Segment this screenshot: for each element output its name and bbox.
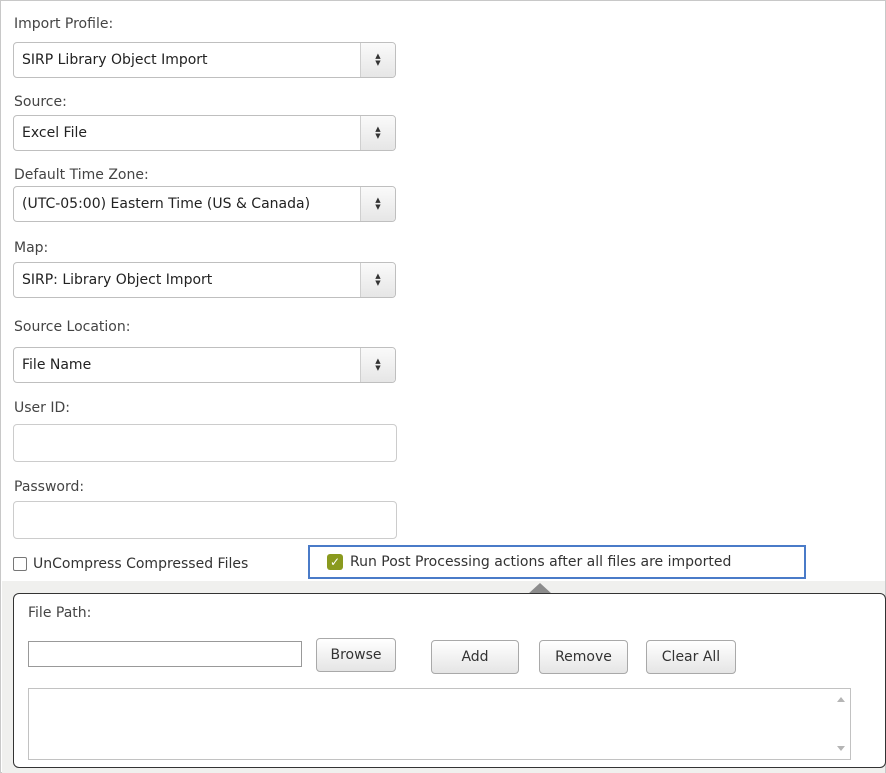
select-arrow-icon[interactable]: ▲ ▼ (360, 116, 395, 150)
select-arrow-icon[interactable]: ▲ ▼ (360, 187, 395, 221)
file-path-input[interactable] (28, 641, 302, 667)
user-id-label: User ID: (14, 400, 70, 416)
browse-button[interactable]: Browse (316, 638, 396, 672)
map-select[interactable]: SIRP: Library Object Import ▲ ▼ (13, 262, 396, 298)
post-processing-label: Run Post Processing actions after all fi… (350, 554, 732, 570)
uncompress-label: UnCompress Compressed Files (33, 556, 249, 572)
scroll-up-icon[interactable] (837, 697, 845, 702)
password-field[interactable] (13, 501, 397, 539)
uncompress-checkbox[interactable] (13, 557, 27, 571)
source-location-select[interactable]: File Name ▲ ▼ (13, 347, 396, 383)
post-processing-option[interactable]: ✓ Run Post Processing actions after all … (327, 554, 731, 570)
uncompress-option[interactable]: UnCompress Compressed Files (13, 556, 248, 572)
select-arrow-icon[interactable]: ▲ ▼ (360, 348, 395, 382)
source-select[interactable]: Excel File ▲ ▼ (13, 115, 396, 151)
select-arrow-icon[interactable]: ▲ ▼ (360, 43, 395, 77)
source-label: Source: (14, 94, 67, 110)
map-value: SIRP: Library Object Import (22, 272, 213, 288)
source-location-label: Source Location: (14, 319, 131, 335)
import-profile-select[interactable]: SIRP Library Object Import ▲ ▼ (13, 42, 396, 78)
remove-button[interactable]: Remove (539, 640, 628, 674)
source-location-value: File Name (22, 357, 92, 373)
source-value: Excel File (22, 125, 87, 141)
import-profile-label: Import Profile: (14, 16, 114, 32)
clear-all-button[interactable]: Clear All (646, 640, 736, 674)
import-profile-value: SIRP Library Object Import (22, 52, 208, 68)
time-zone-select[interactable]: (UTC-05:00) Eastern Time (US & Canada) ▲… (13, 186, 396, 222)
add-button[interactable]: Add (431, 640, 519, 674)
time-zone-label: Default Time Zone: (14, 167, 149, 183)
password-label: Password: (14, 479, 85, 495)
file-list[interactable] (28, 688, 851, 760)
time-zone-value: (UTC-05:00) Eastern Time (US & Canada) (22, 196, 311, 212)
scroll-down-icon[interactable] (837, 746, 845, 751)
file-path-label: File Path: (28, 605, 92, 621)
map-label: Map: (14, 240, 49, 256)
checkmark-icon[interactable]: ✓ (327, 554, 343, 570)
file-list-scrollbar[interactable] (833, 689, 850, 759)
import-settings-form: Import Profile: SIRP Library Object Impo… (0, 0, 886, 773)
select-arrow-icon[interactable]: ▲ ▼ (360, 263, 395, 297)
user-id-field[interactable] (13, 424, 397, 462)
